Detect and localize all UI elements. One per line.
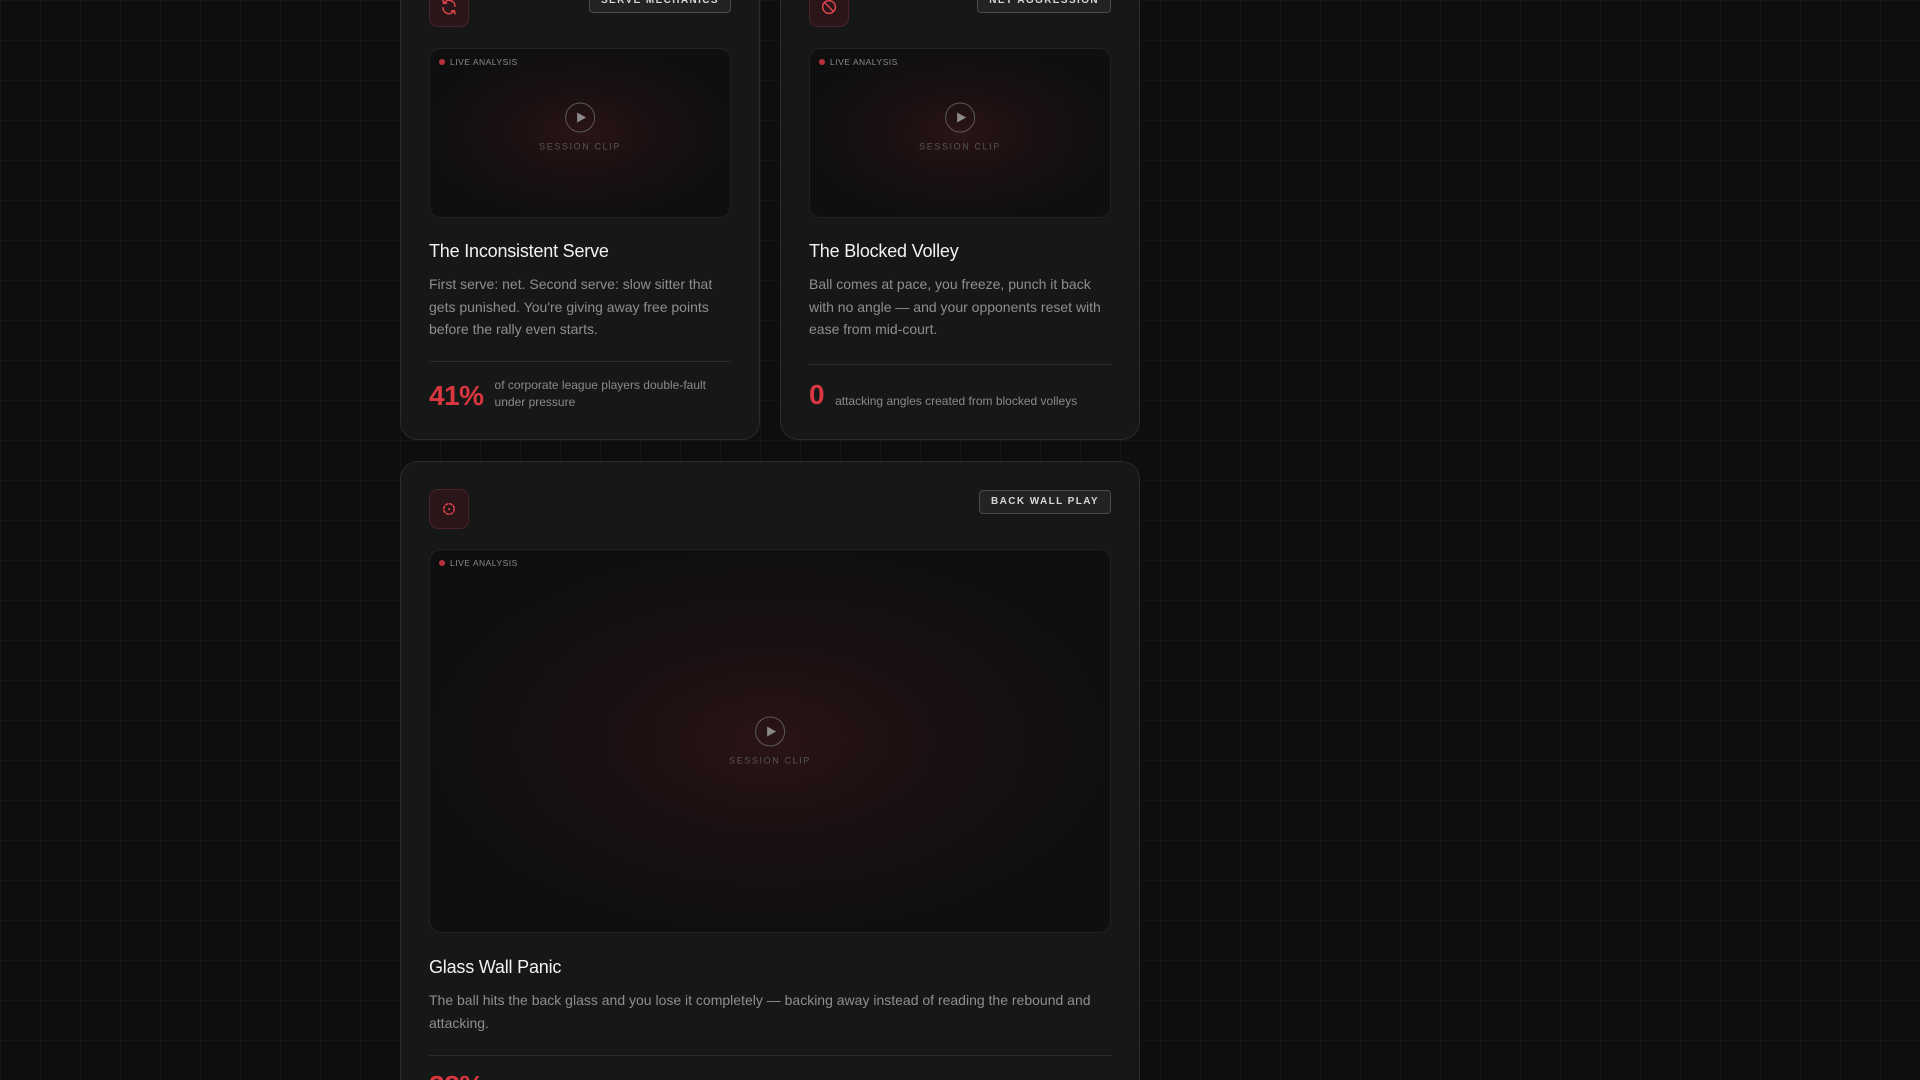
live-analysis-indicator: LIVE ANALYSIS (439, 558, 518, 568)
stat-value: 38% (429, 1068, 484, 1080)
live-analysis-indicator: LIVE ANALYSIS (819, 57, 898, 67)
live-analysis-label: LIVE ANALYSIS (450, 57, 518, 67)
session-clip-player[interactable]: LIVE ANALYSIS SESSION CLIP (809, 48, 1111, 218)
card-description: Ball comes at pace, you freeze, punch it… (809, 276, 1101, 337)
live-dot-icon (439, 59, 445, 65)
problem-card-volley: NET AGGRESSION LIVE ANALYSIS SESSION CLI… (780, 0, 1140, 440)
play-icon[interactable] (944, 102, 975, 133)
session-clip-player[interactable]: LIVE ANALYSIS SESSION CLIP (429, 48, 731, 218)
divider (429, 361, 731, 362)
play-control[interactable]: SESSION CLIP (539, 102, 621, 152)
stat-row: 41% of corporate league players double-f… (429, 377, 731, 414)
stat-caption: of corporate league players double-fault… (494, 378, 707, 409)
live-analysis-label: LIVE ANALYSIS (830, 57, 898, 67)
stat-caption: attacking angles created from blocked vo… (835, 394, 1078, 408)
stat-row: 0 attacking angles created from blocked … (809, 377, 1111, 413)
live-dot-icon (439, 560, 445, 566)
session-clip-label: SESSION CLIP (539, 141, 621, 152)
live-analysis-indicator: LIVE ANALYSIS (439, 57, 518, 67)
card-description: The ball hits the back glass and you los… (429, 992, 1091, 1031)
session-clip-player[interactable]: LIVE ANALYSIS SESSION CLIP (429, 549, 1111, 933)
blocked-icon (809, 0, 849, 27)
target-icon (429, 489, 469, 529)
divider (809, 364, 1111, 365)
stat-value: 41% (429, 380, 484, 411)
card-title: The Blocked Volley (809, 241, 959, 261)
live-analysis-label: LIVE ANALYSIS (450, 558, 518, 568)
card-title: The Inconsistent Serve (429, 241, 609, 261)
play-control[interactable]: SESSION CLIP (729, 716, 811, 766)
card-description: First serve: net. Second serve: slow sit… (429, 276, 713, 337)
stat-row: 38% (429, 1068, 1111, 1080)
session-clip-label: SESSION CLIP (919, 141, 1001, 152)
problem-card-glass-wall: BACK WALL PLAY LIVE ANALYSIS SESSION CLI… (400, 461, 1140, 1080)
play-control[interactable]: SESSION CLIP (919, 102, 1001, 152)
play-icon[interactable] (754, 716, 785, 747)
live-dot-icon (819, 59, 825, 65)
divider (429, 1055, 1111, 1056)
refresh-icon (429, 0, 469, 27)
category-tag: BACK WALL PLAY (979, 490, 1111, 514)
stat-value: 0 (809, 379, 825, 410)
category-tag: SERVE MECHANICS (588, 0, 731, 13)
card-title: Glass Wall Panic (429, 957, 562, 977)
play-icon[interactable] (564, 102, 595, 133)
category-tag: NET AGGRESSION (977, 0, 1111, 13)
problem-card-serve: SERVE MECHANICS LIVE ANALYSIS SESSION CL… (400, 0, 760, 440)
session-clip-label: SESSION CLIP (729, 755, 811, 766)
